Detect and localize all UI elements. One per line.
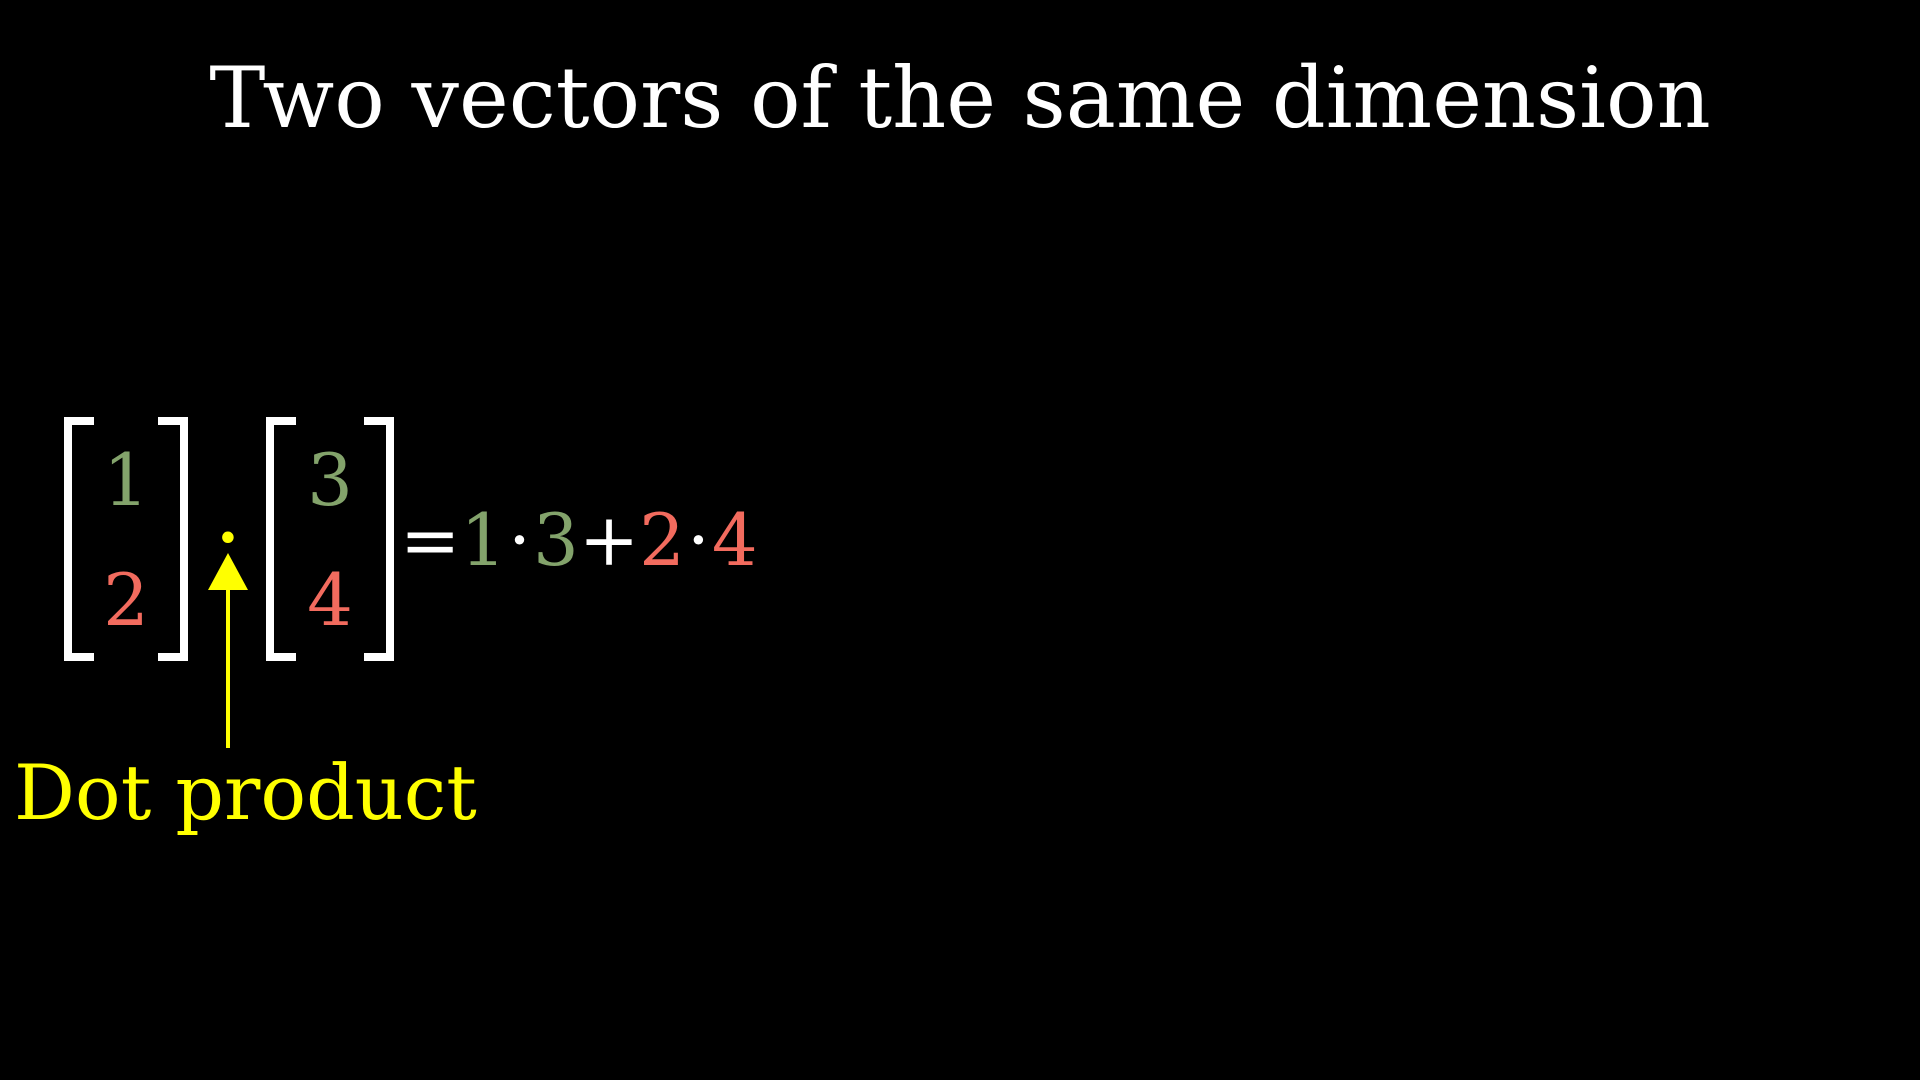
term2-first-factor: 2: [639, 498, 685, 582]
left-vector-bottom-entry: 2: [103, 558, 149, 642]
term1-first-factor: 1: [460, 498, 507, 582]
dot-product-label: Dot product: [14, 748, 477, 837]
term2-multiply-dot: ·: [686, 498, 710, 582]
dot-operator: ·: [214, 486, 242, 589]
dot-product-expansion: =1·3+2·4: [400, 500, 758, 580]
page-title: Two vectors of the same dimension: [209, 49, 1711, 147]
term1-multiply-dot: ·: [508, 498, 532, 582]
equals-sign: =: [400, 498, 461, 582]
left-vector-top-entry: 1: [103, 438, 149, 522]
right-vector-top-entry: 3: [307, 438, 353, 522]
term1-second-factor: 3: [533, 498, 579, 582]
right-vector-bottom-entry: 4: [307, 558, 353, 642]
vector-brackets: [64, 417, 394, 748]
plus-sign: +: [578, 498, 640, 582]
term2-second-factor: 4: [711, 498, 758, 582]
